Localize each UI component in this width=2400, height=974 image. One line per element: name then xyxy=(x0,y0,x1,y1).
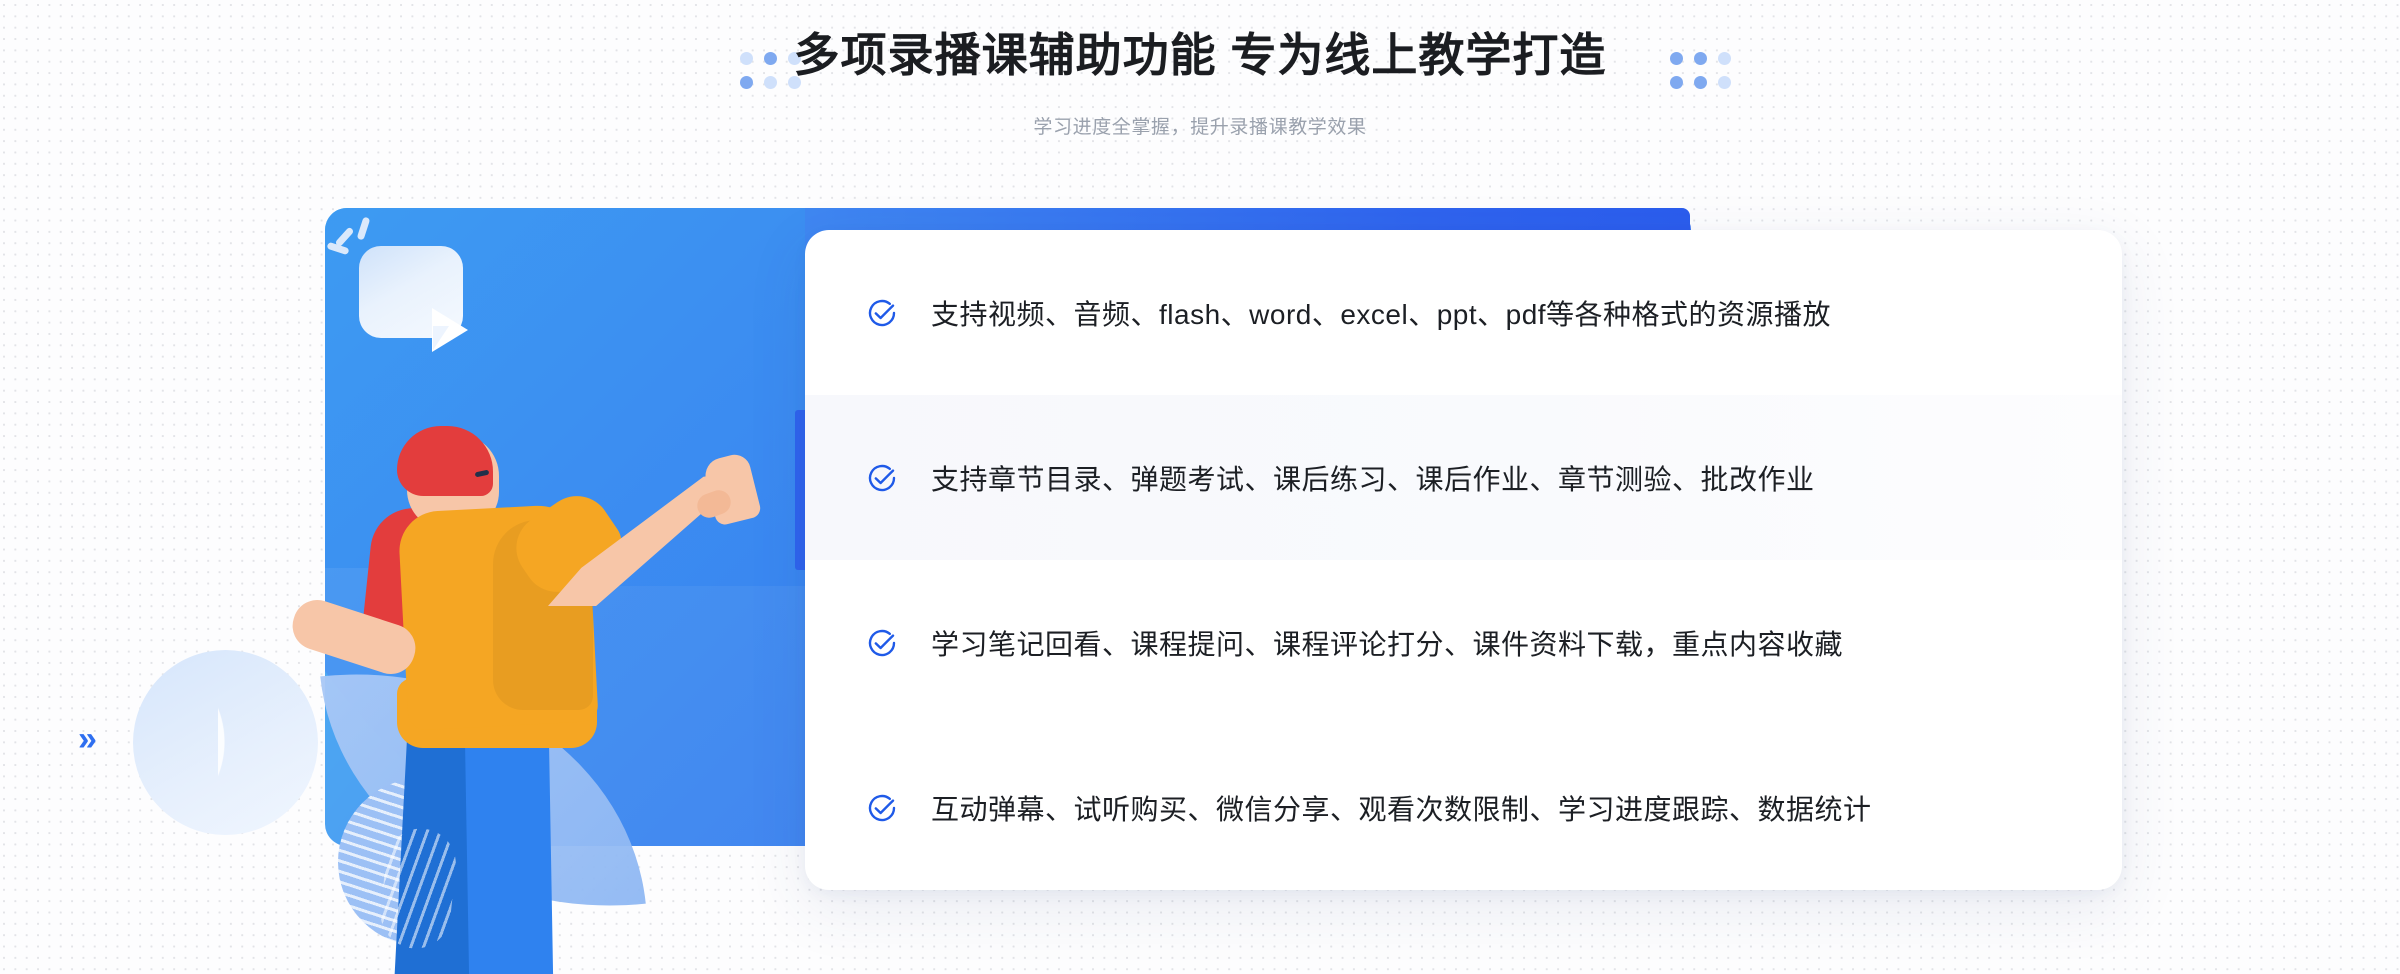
decor-dot xyxy=(1718,52,1731,65)
feature-label: 支持视频、音频、flash、word、excel、ppt、pdf等各种格式的资源… xyxy=(931,298,1832,330)
check-circle-icon xyxy=(865,461,899,495)
decor-dot xyxy=(1670,76,1683,89)
decor-dot xyxy=(1694,52,1707,65)
page-header: 多项录播课辅助功能 专为线上教学打造 学习进度全掌握，提升录播课教学效果 xyxy=(0,0,2400,185)
feature-list-card: 支持视频、音频、flash、word、excel、ppt、pdf等各种格式的资源… xyxy=(805,230,2122,890)
check-circle-icon xyxy=(865,626,899,660)
feature-label: 学习笔记回看、课程提问、课程评论打分、课件资料下载，重点内容收藏 xyxy=(931,628,1844,660)
decor-dot xyxy=(1718,76,1731,89)
feature-row-4[interactable]: 互动弹幕、试听购买、微信分享、观看次数限制、学习进度跟踪、数据统计 xyxy=(805,725,2122,890)
decor-dot xyxy=(1694,76,1707,89)
page-title: 多项录播课辅助功能 专为线上教学打造 xyxy=(793,29,1607,81)
check-circle-icon xyxy=(865,296,899,330)
dot-grid-decoration-right xyxy=(1670,52,1734,92)
check-circle-icon xyxy=(865,791,899,825)
feature-label: 互动弹幕、试听购买、微信分享、观看次数限制、学习进度跟踪、数据统计 xyxy=(931,793,1872,825)
decor-dot xyxy=(1670,52,1683,65)
page-subtitle: 学习进度全掌握，提升录播课教学效果 xyxy=(1033,117,1367,138)
character-hair-top xyxy=(397,426,493,496)
feature-row-3[interactable]: 学习笔记回看、课程提问、课程评论打分、课件资料下载，重点内容收藏 xyxy=(805,560,2122,725)
feature-row-1[interactable]: 支持视频、音频、flash、word、excel、ppt、pdf等各种格式的资源… xyxy=(805,230,2122,395)
feature-label: 支持章节目录、弹题考试、课后练习、课后作业、章节测验、批改作业 xyxy=(931,463,1815,495)
double-chevron-right-icon: » xyxy=(78,720,97,758)
feature-row-2[interactable]: 支持章节目录、弹题考试、课后练习、课后作业、章节测验、批改作业 xyxy=(805,395,2122,560)
